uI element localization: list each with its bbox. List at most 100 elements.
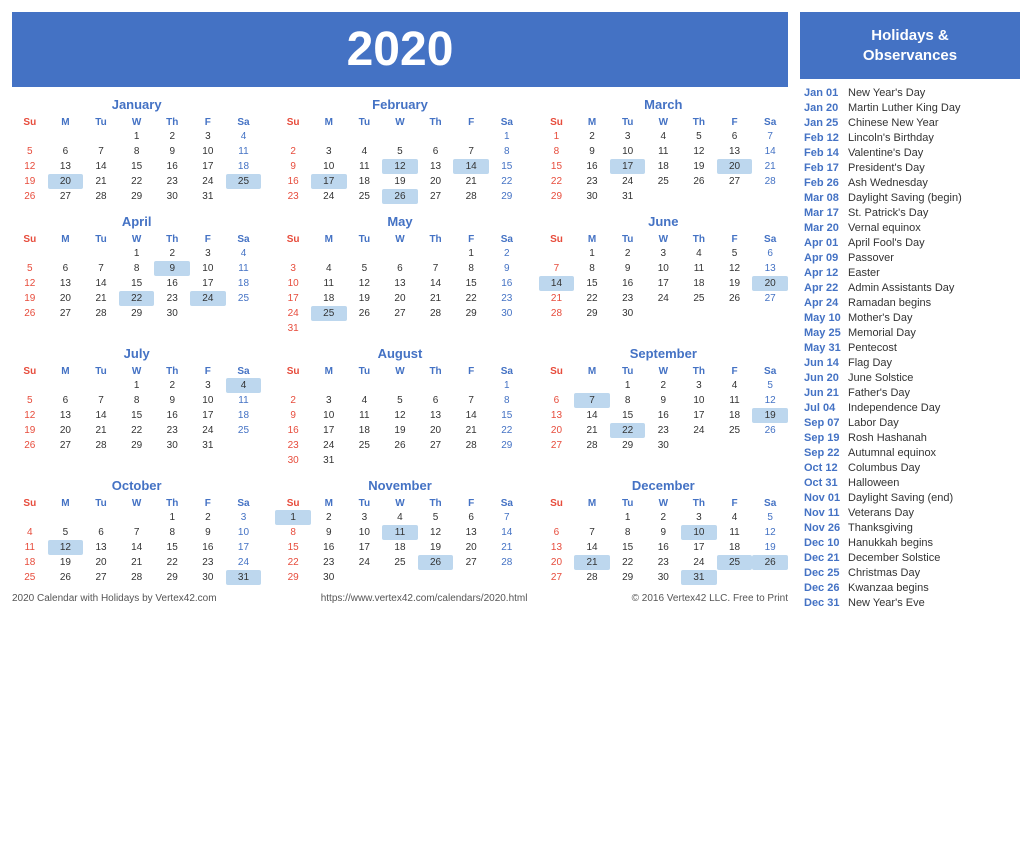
calendar-day: 7 (453, 393, 489, 408)
calendar-day: 4 (717, 378, 753, 393)
calendar-day: 7 (83, 144, 119, 159)
calendar-day: 19 (382, 174, 418, 189)
month-april: AprilSuMTuWThFSa123456789101112131415161… (12, 214, 261, 336)
dow-header-tu: Tu (83, 116, 119, 129)
calendar-day: 23 (489, 291, 525, 306)
calendar-day: 2 (275, 144, 311, 159)
holiday-row: Feb 14Valentine's Day (800, 145, 1020, 160)
calendar-day: 9 (154, 261, 190, 276)
dow-header-w: W (119, 365, 155, 378)
calendar-day: 22 (489, 423, 525, 438)
holiday-row: Oct 31Halloween (800, 475, 1020, 490)
holiday-date: Jun 21 (804, 387, 842, 399)
calendar-day: 5 (12, 393, 48, 408)
holiday-row: Sep 22Autumnal equinox (800, 445, 1020, 460)
calendar-day: 9 (574, 144, 610, 159)
calendar-day: 8 (489, 144, 525, 159)
dow-header-tu: Tu (347, 497, 383, 510)
month-table-november: SuMTuWThFSa12345678910111213141516171819… (275, 497, 524, 585)
holiday-date: Mar 20 (804, 222, 842, 234)
calendar-day: 8 (119, 393, 155, 408)
dow-header-th: Th (681, 233, 717, 246)
calendar-day: 18 (226, 159, 262, 174)
calendar-day: 21 (418, 291, 454, 306)
calendar-day (83, 246, 119, 261)
dow-header-th: Th (154, 497, 190, 510)
calendar-day: 3 (311, 144, 347, 159)
calendar-day: 19 (347, 291, 383, 306)
holiday-name: New Year's Day (848, 87, 925, 99)
calendar-day: 22 (539, 174, 575, 189)
calendar-day: 22 (489, 174, 525, 189)
calendar-day: 23 (275, 189, 311, 204)
calendar-day: 16 (574, 159, 610, 174)
calendar-day: 2 (645, 378, 681, 393)
calendar-day (489, 321, 525, 336)
calendar-day: 27 (48, 189, 84, 204)
calendar-day: 4 (347, 144, 383, 159)
calendar-day: 31 (681, 570, 717, 585)
calendar-day (275, 129, 311, 144)
calendar-day: 26 (12, 438, 48, 453)
calendar-day: 9 (645, 393, 681, 408)
calendar-day: 1 (539, 129, 575, 144)
holiday-name: Admin Assistants Day (848, 282, 954, 294)
dow-header-tu: Tu (347, 116, 383, 129)
holiday-row: Apr 01April Fool's Day (800, 235, 1020, 250)
calendar-day: 16 (154, 276, 190, 291)
calendar-day: 23 (154, 291, 190, 306)
calendar-day: 15 (610, 408, 646, 423)
calendar-day: 17 (681, 408, 717, 423)
calendar-day: 14 (489, 525, 525, 540)
calendar-day: 21 (539, 291, 575, 306)
calendar-day: 11 (226, 261, 262, 276)
calendar-day: 31 (226, 570, 262, 585)
calendar-day: 23 (645, 423, 681, 438)
calendar-day: 9 (311, 525, 347, 540)
calendar-day: 20 (382, 291, 418, 306)
calendar-day: 25 (311, 306, 347, 321)
calendar-day (418, 246, 454, 261)
calendar-day: 18 (382, 540, 418, 555)
holiday-date: Mar 08 (804, 192, 842, 204)
calendar-day (12, 378, 48, 393)
calendar-day: 10 (645, 261, 681, 276)
dow-header-tu: Tu (610, 233, 646, 246)
calendar-day: 23 (275, 438, 311, 453)
calendar-day: 30 (311, 570, 347, 585)
holiday-date: Apr 22 (804, 282, 842, 294)
holiday-date: Sep 22 (804, 447, 842, 459)
month-title-september: September (539, 346, 788, 361)
footer: 2020 Calendar with Holidays by Vertex42.… (12, 593, 788, 604)
calendar-day: 9 (489, 261, 525, 276)
calendar-day: 4 (382, 510, 418, 525)
calendar-day: 29 (610, 438, 646, 453)
calendar-day: 17 (610, 159, 646, 174)
holiday-date: Jan 25 (804, 117, 842, 129)
dow-header-f: F (190, 116, 226, 129)
holiday-name: Father's Day (848, 387, 910, 399)
dow-header-sa: Sa (226, 365, 262, 378)
calendar-day: 28 (539, 306, 575, 321)
calendar-day: 29 (453, 306, 489, 321)
calendar-day: 19 (752, 540, 788, 555)
calendar-day (418, 129, 454, 144)
calendar-day: 18 (645, 159, 681, 174)
month-table-february: SuMTuWThFSa12345678910111213141516171819… (275, 116, 524, 204)
calendar-day: 16 (645, 540, 681, 555)
calendar-day: 15 (539, 159, 575, 174)
calendar-day: 8 (453, 261, 489, 276)
calendar-day: 3 (190, 129, 226, 144)
month-february: FebruarySuMTuWThFSa123456789101112131415… (275, 97, 524, 204)
dow-header-m: M (48, 365, 84, 378)
calendar-day: 23 (154, 423, 190, 438)
calendar-day: 6 (48, 261, 84, 276)
calendar-day: 24 (645, 291, 681, 306)
calendar-day: 1 (119, 129, 155, 144)
dow-header-tu: Tu (83, 497, 119, 510)
calendar-day: 25 (717, 555, 753, 570)
dow-header-tu: Tu (347, 365, 383, 378)
holiday-name: Hanukkah begins (848, 537, 933, 549)
calendar-day: 20 (539, 555, 575, 570)
calendar-day: 5 (752, 510, 788, 525)
